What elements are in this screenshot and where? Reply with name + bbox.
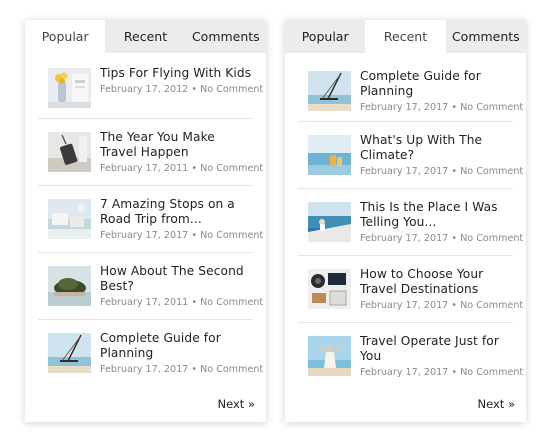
flowers-thumbnail[interactable] bbox=[48, 68, 91, 108]
post-date: February 17, 2017 bbox=[360, 102, 449, 113]
post-date: February 17, 2017 bbox=[100, 230, 189, 241]
post-meta: February 17, 2017 • No Comment bbox=[360, 367, 523, 378]
list-item[interactable]: Complete Guide for Planning February 17,… bbox=[298, 53, 523, 122]
post-meta: February 17, 2011 • No Comment bbox=[100, 297, 263, 308]
post-comments[interactable]: No Comment bbox=[200, 163, 263, 174]
post-comments[interactable]: No Comment bbox=[460, 166, 523, 177]
post-meta: February 17, 2017 • No Comment bbox=[360, 233, 523, 244]
post-date: February 17, 2017 bbox=[100, 364, 189, 375]
tab-comments[interactable]: Comments bbox=[446, 20, 526, 53]
list-item[interactable]: Tips For Flying With Kids February 17, 2… bbox=[38, 53, 263, 119]
post-meta: February 17, 2011 • No Comment bbox=[100, 163, 263, 174]
post-date: February 17, 2017 bbox=[360, 233, 449, 244]
post-comments[interactable]: No Comment bbox=[200, 230, 263, 241]
post-comments[interactable]: No Comment bbox=[460, 233, 523, 244]
tab-bar: Popular Recent Comments bbox=[25, 20, 266, 53]
tab-comments[interactable]: Comments bbox=[186, 20, 266, 53]
island-thumbnail[interactable] bbox=[48, 266, 91, 306]
post-widget-left: Popular Recent Comments Tips For Flying … bbox=[25, 20, 266, 422]
meta-separator: • bbox=[451, 367, 458, 378]
meta-separator: • bbox=[191, 364, 198, 375]
list-item[interactable]: What's Up With The Climate? February 17,… bbox=[298, 122, 523, 189]
post-meta: February 17, 2017 • No Comment bbox=[100, 364, 263, 375]
tab-recent[interactable]: Recent bbox=[365, 20, 446, 53]
meta-separator: • bbox=[191, 297, 198, 308]
travel-gear-thumbnail[interactable] bbox=[308, 269, 351, 309]
post-widget-right: Popular Recent Comments Complete Guide f… bbox=[285, 20, 526, 422]
resort-thumbnail[interactable] bbox=[48, 199, 91, 239]
suitcase-thumbnail[interactable] bbox=[48, 132, 91, 172]
meta-separator: • bbox=[191, 84, 198, 95]
post-comments[interactable]: No Comment bbox=[460, 102, 523, 113]
meta-separator: • bbox=[451, 300, 458, 311]
beach-swing-thumbnail[interactable] bbox=[48, 333, 91, 373]
woman-beach-thumbnail[interactable] bbox=[308, 336, 351, 376]
post-title[interactable]: Tips For Flying With Kids bbox=[100, 66, 253, 81]
post-title[interactable]: The Year You Make Travel Happen bbox=[100, 130, 253, 160]
post-comments[interactable]: No Comment bbox=[460, 367, 523, 378]
post-meta: February 17, 2017 • No Comment bbox=[360, 166, 523, 177]
post-title[interactable]: How to Choose Your Travel Destinations bbox=[360, 267, 513, 297]
post-title[interactable]: Complete Guide for Planning bbox=[100, 331, 253, 361]
list-item[interactable]: 7 Amazing Stops on a Road Trip from... F… bbox=[38, 186, 263, 253]
post-date: February 17, 2017 bbox=[360, 166, 449, 177]
list-item[interactable]: How to Choose Your Travel Destinations F… bbox=[298, 256, 523, 323]
tab-popular[interactable]: Popular bbox=[25, 20, 106, 53]
post-date: February 17, 2011 bbox=[100, 297, 189, 308]
post-title[interactable]: What's Up With The Climate? bbox=[360, 133, 513, 163]
list-item[interactable]: Travel Operate Just for You February 17,… bbox=[298, 323, 523, 390]
tab-popular[interactable]: Popular bbox=[285, 20, 365, 53]
post-date: February 17, 2017 bbox=[360, 367, 449, 378]
meta-separator: • bbox=[191, 230, 198, 241]
meta-separator: • bbox=[451, 102, 458, 113]
next-page-link[interactable]: Next » bbox=[478, 397, 515, 411]
sea-drink-thumbnail[interactable] bbox=[308, 135, 351, 175]
list-item[interactable]: The Year You Make Travel Happen February… bbox=[38, 119, 263, 186]
boat-sea-thumbnail[interactable] bbox=[308, 202, 351, 242]
list-item[interactable]: How About The Second Best? February 17, … bbox=[38, 253, 263, 320]
post-list: Tips For Flying With Kids February 17, 2… bbox=[25, 53, 266, 387]
post-comments[interactable]: No Comment bbox=[200, 364, 263, 375]
meta-separator: • bbox=[191, 163, 198, 174]
post-title[interactable]: This Is the Place I Was Telling You... bbox=[360, 200, 513, 230]
post-list: Complete Guide for Planning February 17,… bbox=[285, 53, 526, 390]
next-page-link[interactable]: Next » bbox=[218, 397, 255, 411]
post-meta: February 17, 2012 • No Comment bbox=[100, 84, 263, 95]
list-item[interactable]: Complete Guide for Planning February 17,… bbox=[38, 320, 263, 387]
post-comments[interactable]: No Comment bbox=[460, 300, 523, 311]
post-title[interactable]: 7 Amazing Stops on a Road Trip from... bbox=[100, 197, 253, 227]
post-comments[interactable]: No Comment bbox=[200, 297, 263, 308]
tab-bar: Popular Recent Comments bbox=[285, 20, 526, 53]
post-date: February 17, 2017 bbox=[360, 300, 449, 311]
meta-separator: • bbox=[451, 166, 458, 177]
beach-swing-thumbnail[interactable] bbox=[308, 71, 351, 111]
post-date: February 17, 2011 bbox=[100, 163, 189, 174]
post-date: February 17, 2012 bbox=[100, 84, 189, 95]
list-item[interactable]: This Is the Place I Was Telling You... F… bbox=[298, 189, 523, 256]
post-title[interactable]: Travel Operate Just for You bbox=[360, 334, 513, 364]
post-meta: February 17, 2017 • No Comment bbox=[360, 102, 523, 113]
meta-separator: • bbox=[451, 233, 458, 244]
post-meta: February 17, 2017 • No Comment bbox=[100, 230, 263, 241]
post-title[interactable]: How About The Second Best? bbox=[100, 264, 253, 294]
tab-recent[interactable]: Recent bbox=[105, 20, 185, 53]
post-meta: February 17, 2017 • No Comment bbox=[360, 300, 523, 311]
post-comments[interactable]: No Comment bbox=[200, 84, 263, 95]
post-title[interactable]: Complete Guide for Planning bbox=[360, 69, 513, 99]
